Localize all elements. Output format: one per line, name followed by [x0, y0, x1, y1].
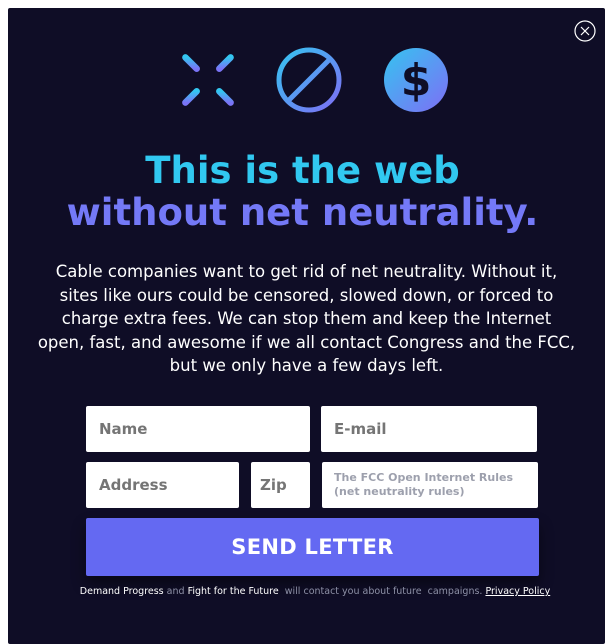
- disclaimer-and: and: [163, 586, 188, 597]
- disclaimer: Demand Progress and Fight for the Future…: [0, 586, 605, 597]
- icons-row: $: [0, 38, 605, 128]
- name-field[interactable]: [86, 406, 310, 452]
- demand-progress-name: Demand Progress: [79, 586, 164, 597]
- headline-line-1: This is the web: [145, 149, 460, 192]
- description-text: Cable companies want to get rid of net n…: [37, 262, 576, 375]
- headline-line-2: without net neutrality.: [66, 191, 539, 234]
- page-title: This is the web without net neutrality.: [0, 150, 605, 234]
- comment-field[interactable]: The FCC Open Internet Rules (net neutral…: [322, 462, 538, 508]
- privacy-policy-link[interactable]: Privacy Policy: [485, 586, 550, 597]
- disclaimer-text: will contact you about future campaigns.: [278, 586, 486, 597]
- loading-spinner-icon: [172, 44, 244, 116]
- address-field[interactable]: [86, 462, 239, 508]
- dollar-glyph: $: [400, 55, 432, 106]
- zip-field[interactable]: [251, 462, 310, 508]
- prohibited-icon: [276, 47, 342, 113]
- comment-placeholder: The FCC Open Internet Rules (net neutral…: [334, 471, 513, 498]
- fight-for-the-future-name: Fight for the Future: [187, 586, 279, 597]
- send-letter-button[interactable]: SEND LETTER: [86, 518, 539, 576]
- email-field[interactable]: [321, 406, 537, 452]
